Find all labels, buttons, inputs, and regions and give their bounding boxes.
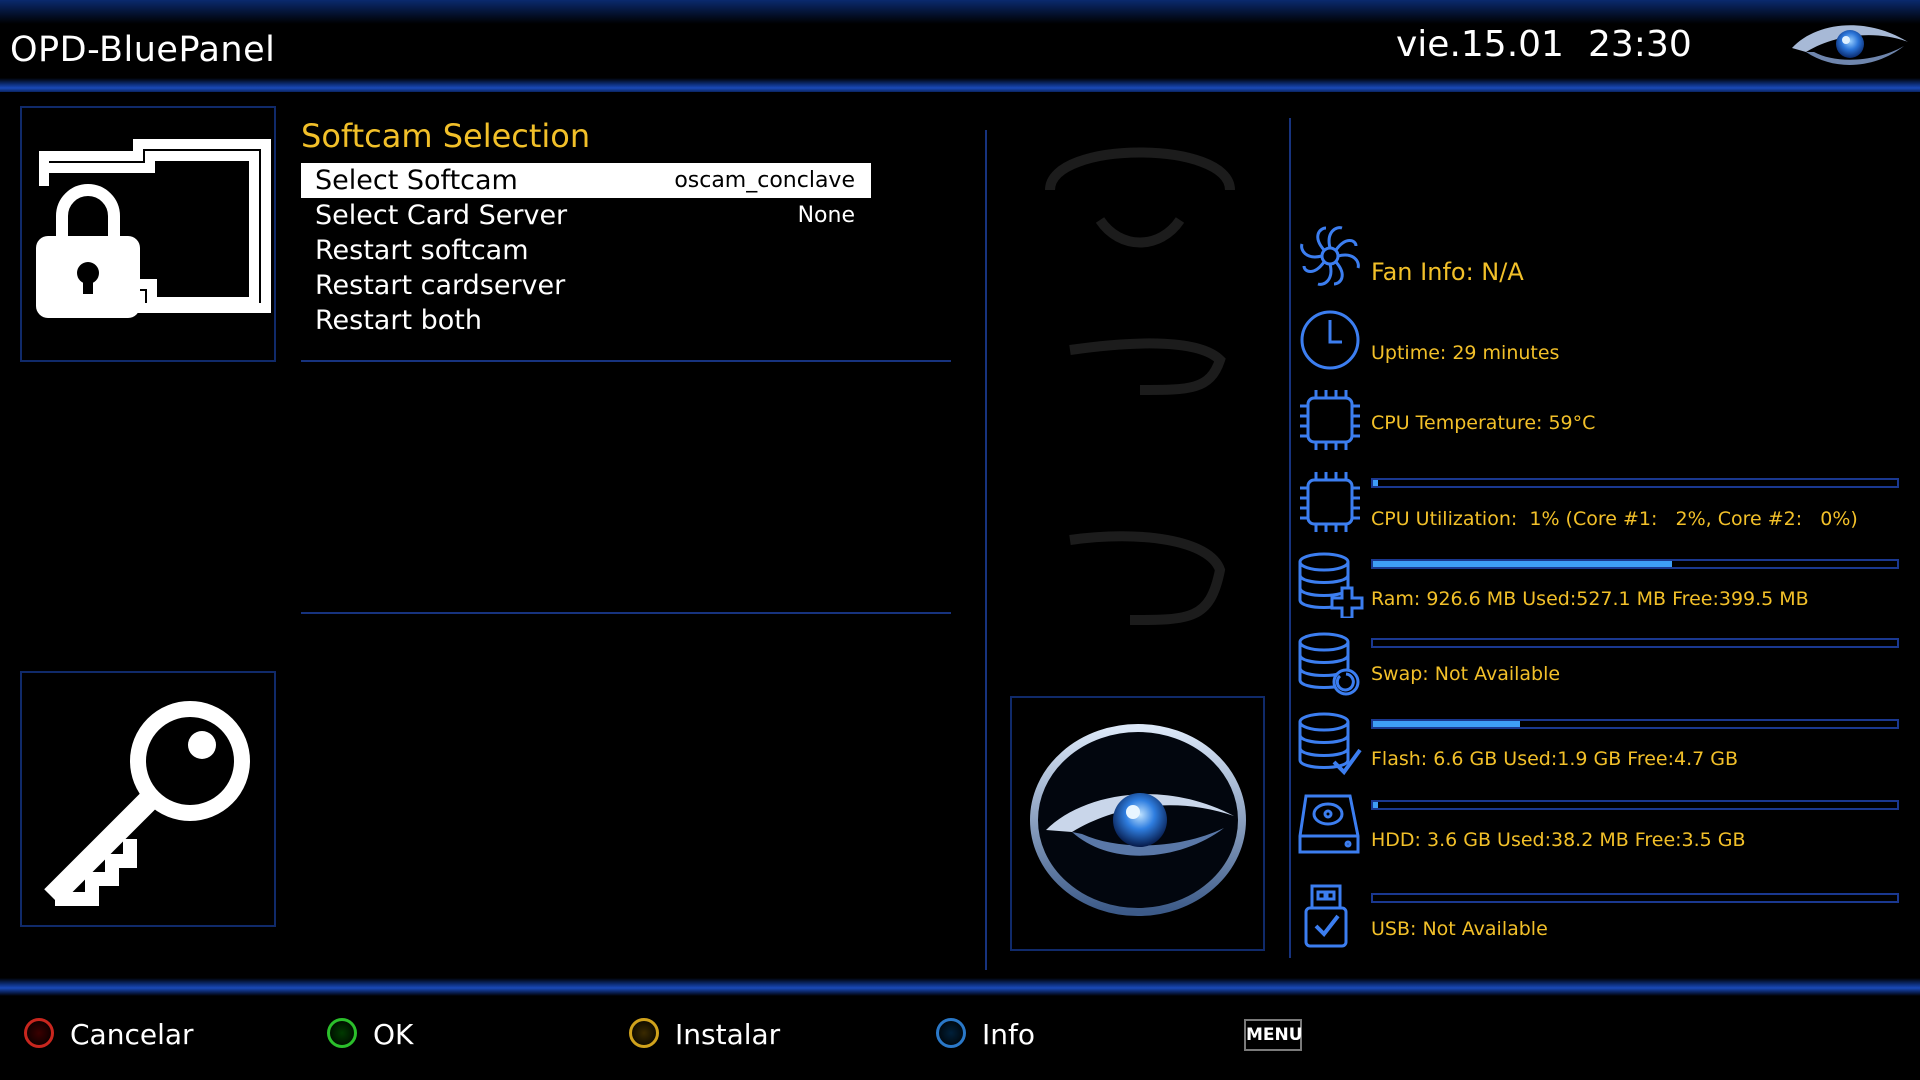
flash-label: Flash: 6.6 GB Used:1.9 GB Free:4.7 GB bbox=[1371, 748, 1739, 770]
green-button-label: OK bbox=[373, 1018, 414, 1051]
menu-item-restart-cardserver[interactable]: Restart cardserver bbox=[301, 268, 871, 303]
app-title: OPD-BluePanel bbox=[10, 30, 276, 70]
eye-logo-icon bbox=[1792, 25, 1908, 65]
ram-label: Ram: 926.6 MB Used:527.1 MB Free:399.5 M… bbox=[1371, 588, 1809, 610]
menu-divider-top bbox=[301, 360, 951, 362]
ram-bar bbox=[1371, 559, 1899, 569]
cpu-chip-icon bbox=[1300, 472, 1360, 532]
menu-key-button[interactable]: MENU bbox=[1244, 1019, 1303, 1051]
flash-bar bbox=[1371, 719, 1899, 729]
yellow-button-label: Instalar bbox=[675, 1018, 781, 1051]
uptime-label: Uptime: 29 minutes bbox=[1371, 342, 1560, 364]
swap-bar bbox=[1371, 638, 1899, 648]
flash-database-icon bbox=[1298, 712, 1362, 776]
hdd-label: HDD: 3.6 GB Used:38.2 MB Free:3.5 GB bbox=[1371, 829, 1746, 851]
blue-button-label: Info bbox=[982, 1018, 1035, 1051]
menu-item-restart-softcam[interactable]: Restart softcam bbox=[301, 233, 871, 268]
key-icon-box bbox=[20, 671, 276, 927]
red-button-label: Cancelar bbox=[70, 1018, 194, 1051]
swap-label: Swap: Not Available bbox=[1371, 663, 1561, 685]
menu-list: Select Softcam oscam_conclave Select Car… bbox=[301, 163, 871, 338]
footer-divider bbox=[0, 978, 1920, 996]
fan-info-label: Fan Info: N/A bbox=[1371, 258, 1524, 286]
cpu-utilization-label: CPU Utilization: 1% (Core #1: 2%, Core #… bbox=[1371, 508, 1858, 530]
menu-item-value: None bbox=[797, 203, 855, 228]
green-button-icon bbox=[327, 1018, 357, 1048]
menu-title: Softcam Selection bbox=[301, 117, 591, 155]
key-icon bbox=[44, 701, 250, 906]
date-display: vie.15.01 bbox=[1396, 24, 1564, 65]
menu-item-restart-both[interactable]: Restart both bbox=[301, 303, 871, 338]
menu-item-label: Restart both bbox=[315, 305, 482, 336]
ram-database-icon bbox=[1298, 552, 1364, 618]
menu-item-label: Restart softcam bbox=[315, 235, 529, 266]
blue-button-icon bbox=[936, 1018, 966, 1048]
usb-stick-icon bbox=[1304, 884, 1348, 948]
softcam-icon-box bbox=[20, 106, 276, 362]
hdd-fill bbox=[1373, 802, 1379, 808]
menu-item-label: Select Softcam bbox=[315, 165, 518, 196]
green-ok-button[interactable]: OK bbox=[327, 1016, 547, 1056]
menu-item-label: Select Card Server bbox=[315, 200, 568, 231]
eye-logo-icon bbox=[1030, 724, 1246, 916]
hdd-bar bbox=[1371, 800, 1899, 810]
yellow-button-icon bbox=[629, 1018, 659, 1048]
flash-fill bbox=[1373, 721, 1520, 727]
red-button-icon bbox=[24, 1018, 54, 1048]
ram-fill bbox=[1373, 561, 1672, 567]
cpu-utilization-bar bbox=[1371, 478, 1899, 488]
clock-icon bbox=[1300, 310, 1360, 370]
fan-icon bbox=[1300, 226, 1360, 286]
red-cancel-button[interactable]: Cancelar bbox=[24, 1016, 244, 1056]
blue-info-button[interactable]: Info bbox=[936, 1016, 1156, 1056]
yellow-install-button[interactable]: Instalar bbox=[629, 1016, 849, 1056]
brand-logo-box bbox=[1010, 696, 1265, 951]
opd-watermark-icon bbox=[1045, 147, 1235, 625]
menu-divider-bottom bbox=[301, 612, 951, 614]
cpu-chip-icon bbox=[1300, 390, 1360, 450]
usb-bar bbox=[1371, 893, 1899, 903]
hdd-drive-icon bbox=[1298, 794, 1360, 854]
menu-item-value: oscam_conclave bbox=[674, 168, 855, 193]
cpu-utilization-fill bbox=[1373, 480, 1379, 486]
column-divider-right bbox=[1289, 118, 1291, 958]
cpu-temperature-label: CPU Temperature: 59°C bbox=[1371, 412, 1596, 434]
menu-item-select-card-server[interactable]: Select Card Server None bbox=[301, 198, 871, 233]
menu-item-label: Restart cardserver bbox=[315, 270, 566, 301]
swap-database-icon bbox=[1298, 632, 1360, 696]
menu-item-select-softcam[interactable]: Select Softcam oscam_conclave bbox=[301, 163, 871, 198]
clock-display: 23:30 bbox=[1588, 24, 1692, 65]
lock-icon bbox=[36, 139, 271, 318]
usb-label: USB: Not Available bbox=[1371, 918, 1548, 940]
column-divider-left bbox=[985, 130, 987, 970]
